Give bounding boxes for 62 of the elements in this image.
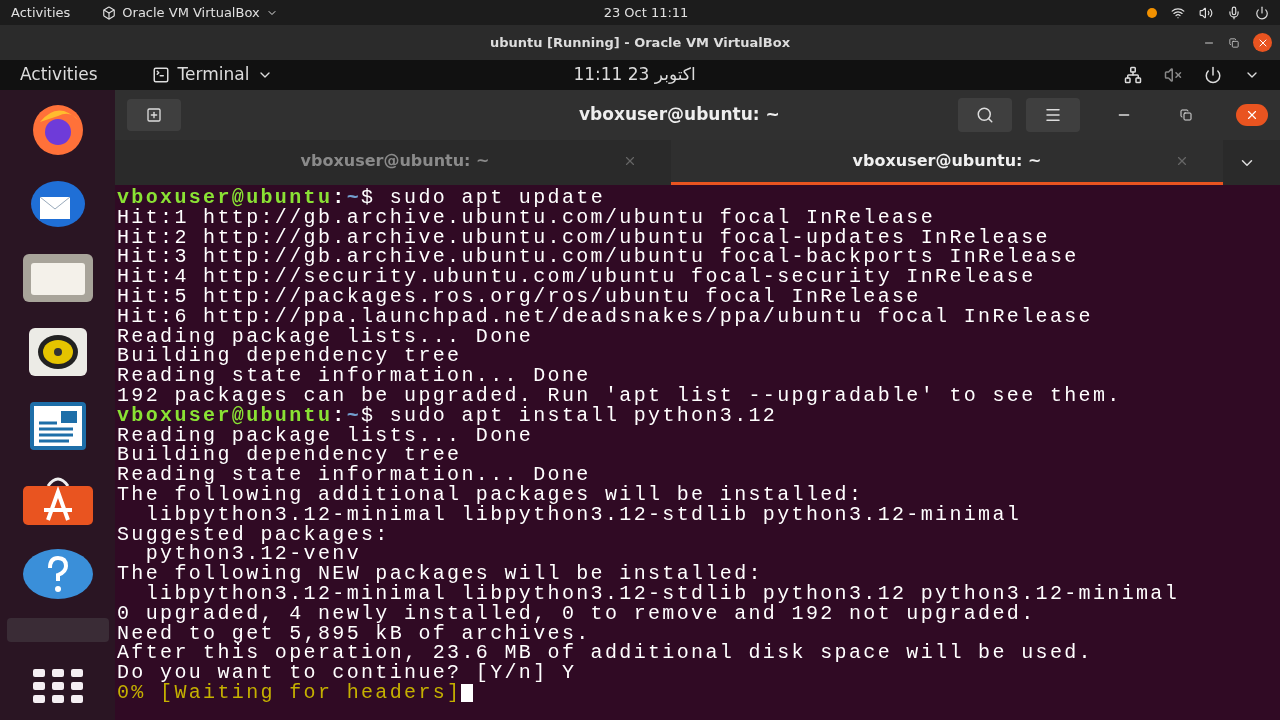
output-line: Hit:5 http://packages.ros.org/ros/ubuntu focal InRelease bbox=[117, 287, 921, 307]
terminal-icon bbox=[151, 66, 170, 84]
output-line: Hit:3 http://gb.archive.ubuntu.com/ubuntu focal-backports InRelease bbox=[117, 247, 1079, 268]
output-line: Do you want to continue? [Y/n] Y bbox=[117, 663, 577, 683]
output-line: The following additional packages will be installed: bbox=[117, 484, 864, 505]
output-line: Hit:6 http://ppa.launchpad.net/deadsnakes/ppa/ubuntu focal InRelease bbox=[117, 306, 1093, 327]
output-line: Suggested packages: bbox=[117, 524, 390, 545]
volume-muted-icon[interactable] bbox=[1164, 66, 1182, 84]
volume-icon[interactable] bbox=[1199, 5, 1213, 20]
prompt-path: ~ bbox=[346, 403, 361, 427]
terminal-tab[interactable]: vboxuser@ubuntu: ~ bbox=[119, 140, 671, 185]
tab-close-icon[interactable] bbox=[623, 154, 637, 168]
restore-icon[interactable] bbox=[1180, 109, 1192, 121]
output-line: libpython3.12-minimal libpython3.12-stdlib python3.12 python3.12-minimal bbox=[144, 583, 1180, 604]
wifi-icon[interactable] bbox=[1171, 5, 1185, 20]
search-icon bbox=[976, 106, 994, 124]
close-button[interactable] bbox=[1236, 104, 1268, 126]
power-icon[interactable] bbox=[1255, 5, 1269, 20]
prompt-separator: : bbox=[332, 403, 347, 427]
power-icon[interactable] bbox=[1204, 66, 1222, 84]
command-text: $ sudo apt update bbox=[361, 186, 605, 209]
output-line: Reading state information... Done bbox=[117, 465, 591, 485]
output-line: Reading package lists... Done bbox=[117, 425, 534, 446]
output-line: 192 packages can be upgraded. Run 'apt list --upgradable' to see them. bbox=[117, 385, 1122, 406]
microphone-icon[interactable] bbox=[1227, 5, 1241, 20]
app-menu[interactable]: Oracle VM VirtualBox bbox=[122, 2, 260, 23]
close-icon bbox=[1245, 108, 1259, 122]
output-line: Hit:1 http://gb.archive.ubuntu.com/ubuntu focal InRelease bbox=[117, 207, 936, 228]
terminal-title: vboxuser@ubuntu: ~ bbox=[579, 103, 780, 127]
output-line: 0 upgraded, 4 newly installed, 0 to remove and 192 not upgraded. bbox=[117, 603, 1036, 624]
prompt-path: ~ bbox=[346, 186, 361, 209]
restore-icon[interactable] bbox=[1229, 37, 1239, 48]
activities-button[interactable]: Activities bbox=[20, 62, 98, 88]
output-line: Hit:2 http://gb.archive.ubuntu.com/ubuntu focal-updates InRelease bbox=[117, 227, 1050, 248]
app-cube-icon bbox=[102, 5, 117, 20]
output-line: Reading state information... Done bbox=[117, 366, 591, 386]
new-tab-button[interactable] bbox=[127, 99, 181, 131]
new-tab-icon bbox=[146, 107, 162, 123]
app-menu[interactable]: Terminal bbox=[177, 62, 250, 88]
window-title: ubuntu [Running] - Oracle VM VirtualBox bbox=[489, 33, 791, 52]
menu-icon bbox=[1044, 106, 1062, 124]
prompt-user: vboxuser@ubuntu bbox=[117, 186, 333, 209]
output-line: Need to get 5,895 kB of archives. bbox=[117, 623, 591, 644]
progress-line: 0% [Waiting for headers] bbox=[117, 682, 462, 703]
output-line: The following NEW packages will be installed: bbox=[117, 564, 763, 584]
output-line: Reading package lists... Done bbox=[117, 326, 534, 347]
network-icon[interactable] bbox=[1124, 66, 1142, 84]
output-line: Building dependency tree bbox=[117, 445, 462, 466]
menu-button[interactable] bbox=[1026, 98, 1080, 132]
output-line: Building dependency tree bbox=[117, 346, 462, 367]
output-line: libpython3.12-minimal libpython3.12-stdlib python3.12-minimal bbox=[145, 504, 1022, 525]
output-line: python3.12-venv bbox=[145, 544, 361, 565]
terminal-tab[interactable]: vboxuser@ubuntu: ~ bbox=[671, 140, 1223, 185]
prompt-separator: : bbox=[332, 186, 347, 209]
activities-button[interactable]: Activities bbox=[11, 2, 71, 23]
search-button[interactable] bbox=[958, 98, 1012, 132]
output-line: After this operation, 23.6 MB of additional disk space will be used. bbox=[117, 643, 1093, 664]
text-cursor bbox=[461, 683, 474, 702]
output-line: Hit:4 http://security.ubuntu.com/ubuntu focal-security InRelease bbox=[117, 267, 1036, 287]
clock[interactable]: 11:11 23 اكتوبر bbox=[573, 62, 696, 88]
clock[interactable]: 23 Oct 11:11 bbox=[603, 2, 689, 23]
close-button[interactable] bbox=[1253, 33, 1272, 52]
